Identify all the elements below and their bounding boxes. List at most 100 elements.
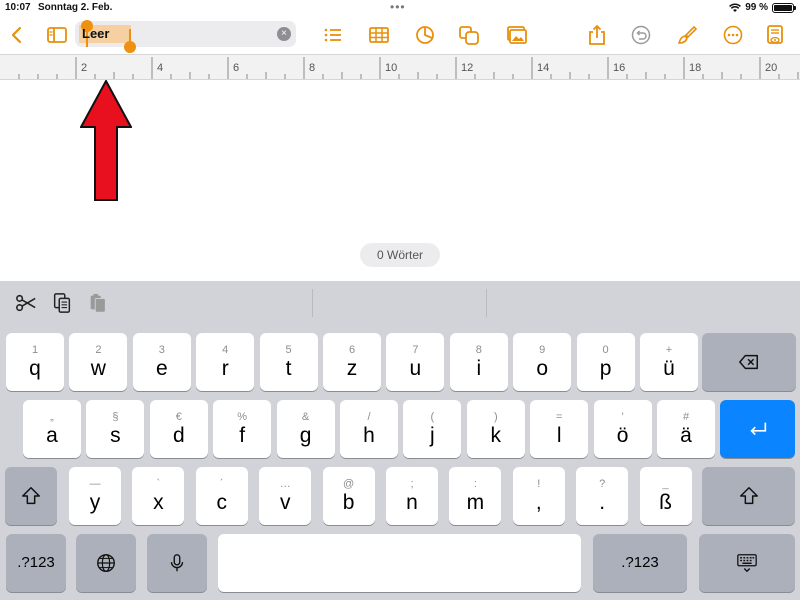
numbers-key-right[interactable]: .?123: [593, 534, 687, 592]
key-o[interactable]: 9o: [513, 333, 572, 391]
key-hint: +: [665, 343, 673, 356]
key-k[interactable]: ) k: [466, 400, 525, 458]
globe-key[interactable]: [76, 534, 136, 592]
key-label: g: [299, 423, 312, 447]
ruler[interactable]: 2 4 6 8 10 12 14 16 18 20: [0, 54, 800, 80]
key-d[interactable]: € d: [149, 400, 208, 458]
key-hint: 1: [31, 343, 39, 356]
key-ü[interactable]: + ü: [640, 333, 698, 391]
document-title-field[interactable]: Leer ×: [75, 20, 296, 53]
key-n[interactable]: ; n: [386, 467, 438, 525]
key-.[interactable]: ?.: [576, 467, 629, 525]
key-e[interactable]: 3e: [132, 333, 191, 391]
selection-end-handle[interactable]: [124, 41, 136, 53]
clear-icon[interactable]: ×: [277, 27, 291, 41]
numbers-key-left[interactable]: .?123: [6, 534, 66, 592]
status-date: Sonntag 2. Feb.: [38, 2, 113, 13]
key-hint: @: [343, 477, 355, 490]
key-hint: 6: [348, 343, 356, 356]
delete-key[interactable]: [702, 333, 796, 391]
scissors-icon[interactable]: [14, 291, 38, 315]
key-r[interactable]: 4r: [196, 333, 255, 391]
shift-key-right[interactable]: [702, 467, 795, 525]
dismiss-keyboard-key[interactable]: [699, 534, 795, 592]
key-a[interactable]: „ a: [23, 400, 81, 458]
key-h[interactable]: / h: [340, 400, 398, 458]
key-hint: /: [367, 410, 371, 423]
key-label: q: [29, 356, 41, 380]
key-p[interactable]: 0p: [576, 333, 635, 391]
keyboard-dismiss-icon: [737, 554, 757, 573]
key-hint: `: [156, 477, 161, 490]
key-q[interactable]: 1q: [6, 333, 64, 391]
table-icon[interactable]: [366, 22, 392, 48]
key-,[interactable]: !,: [512, 467, 565, 525]
key-l[interactable]: = l: [530, 400, 589, 458]
microphone-icon: [170, 554, 184, 572]
key-label: c: [216, 490, 228, 514]
key-v[interactable]: … v: [259, 467, 312, 525]
key-g[interactable]: & g: [276, 400, 335, 458]
key-label: d: [172, 423, 185, 447]
return-key[interactable]: [720, 400, 795, 458]
key-ö[interactable]: ’ ö: [593, 400, 652, 458]
globe-icon: [97, 554, 115, 572]
shapes-icon[interactable]: [456, 22, 482, 48]
key-u[interactable]: 7u: [386, 333, 445, 391]
status-bar: 10:07 Sonntag 2. Feb. ••• 99 %: [0, 0, 800, 16]
space-bar[interactable]: [218, 534, 581, 592]
microphone-key[interactable]: [147, 534, 207, 592]
key-i[interactable]: 8i: [449, 333, 508, 391]
battery-icon: [772, 2, 796, 13]
key-j[interactable]: (j: [403, 400, 462, 458]
document-icon[interactable]: [762, 22, 788, 48]
key-label: s: [110, 423, 121, 447]
key-t[interactable]: 5t: [259, 333, 318, 391]
word-count-badge[interactable]: 0 Wörter: [360, 243, 440, 267]
key-label: a: [46, 423, 58, 447]
key-hint: #: [682, 410, 690, 423]
key-hint: 8: [475, 343, 482, 356]
key-x[interactable]: ` x: [132, 467, 185, 525]
paste-icon[interactable]: [86, 291, 110, 315]
key-hint: !: [537, 477, 541, 490]
key-b[interactable]: @ b: [322, 467, 375, 525]
key-z[interactable]: 6z: [323, 333, 381, 391]
key-w[interactable]: 2w: [69, 333, 128, 391]
key-hint: 4: [222, 343, 229, 356]
key-y[interactable]: — y: [69, 467, 121, 525]
key-ß[interactable]: _ ß: [639, 467, 692, 525]
key-label: l: [556, 423, 562, 447]
sidebar-icon[interactable]: [44, 22, 70, 48]
shortcut-divider: [486, 289, 487, 317]
copy-icon[interactable]: [50, 291, 74, 315]
media-icon[interactable]: [503, 22, 529, 48]
keyboard-shortcut-bar: [0, 281, 800, 323]
key-s[interactable]: § s: [86, 400, 145, 458]
multitasking-dots-icon[interactable]: •••: [390, 0, 406, 14]
key-label: h: [363, 423, 375, 447]
document-canvas[interactable]: 0 Wörter: [0, 80, 800, 280]
paintbrush-icon[interactable]: [674, 22, 700, 48]
share-icon[interactable]: [584, 22, 610, 48]
undo-icon[interactable]: [628, 22, 654, 48]
key-hint: (: [430, 410, 435, 423]
shift-key-left[interactable]: [5, 467, 57, 525]
key-hint: %: [237, 410, 248, 423]
chevron-left-icon[interactable]: [4, 22, 30, 48]
more-icon[interactable]: [720, 22, 746, 48]
key-m[interactable]: :m: [449, 467, 502, 525]
list-icon[interactable]: [320, 22, 346, 48]
key-label: y: [89, 490, 101, 514]
key-label: n: [406, 490, 418, 514]
key-c[interactable]: ´ c: [195, 467, 248, 525]
key-label: v: [279, 490, 291, 514]
ruler-label: 20: [765, 62, 778, 74]
key-label: u: [409, 356, 422, 380]
key-hint: 2: [95, 343, 102, 356]
key-f[interactable]: % f: [213, 400, 272, 458]
key-ä[interactable]: # ä: [657, 400, 715, 458]
chart-icon[interactable]: [412, 22, 438, 48]
key-hint: =: [555, 410, 563, 423]
key-label: x: [153, 490, 164, 514]
